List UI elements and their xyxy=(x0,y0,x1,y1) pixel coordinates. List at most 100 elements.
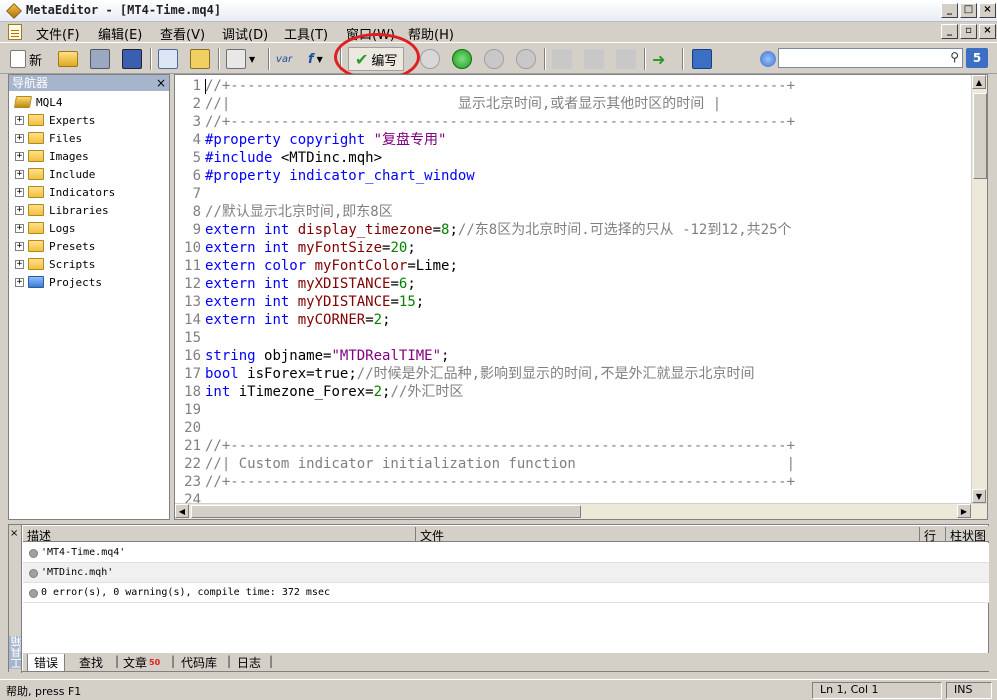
stop-button[interactable] xyxy=(516,47,536,71)
column-file[interactable]: 文件 xyxy=(415,527,444,543)
tree-item-presets[interactable]: + Presets xyxy=(15,237,95,255)
tree-item-logs[interactable]: + Logs xyxy=(15,219,76,237)
code-line[interactable]: //+-------------------------------------… xyxy=(205,473,795,491)
code-line[interactable]: #include <MTDinc.mqh> xyxy=(205,149,382,167)
code-line[interactable]: //+-------------------------------------… xyxy=(205,437,795,455)
menu-debug[interactable]: 调试(D) xyxy=(222,24,268,43)
save-button[interactable] xyxy=(90,47,110,71)
tree-item-scripts[interactable]: + Scripts xyxy=(15,255,95,273)
tree-root-mql4[interactable]: MQL4 xyxy=(13,93,63,111)
horizontal-scroll-thumb[interactable] xyxy=(191,505,581,518)
tree-item-images[interactable]: + Images xyxy=(15,147,89,165)
column-description[interactable]: 描述 xyxy=(27,527,51,544)
toolbox-toggle-button[interactable] xyxy=(190,47,210,71)
tab-search[interactable]: 查找 xyxy=(79,654,103,671)
save-all-button[interactable] xyxy=(122,47,142,71)
code-line[interactable]: //+-------------------------------------… xyxy=(205,113,795,131)
menu-edit[interactable]: 编辑(E) xyxy=(98,24,142,43)
tree-item-libraries[interactable]: + Libraries xyxy=(15,201,109,219)
close-icon[interactable]: × xyxy=(156,75,166,91)
tree-item-files[interactable]: + Files xyxy=(15,129,82,147)
toolbox-side-tab[interactable]: × 工具箱 xyxy=(9,525,23,673)
vertical-scrollbar[interactable]: ▲ ▼ xyxy=(971,75,987,505)
step-button[interactable] xyxy=(420,47,440,71)
expand-icon[interactable]: + xyxy=(15,277,24,287)
scroll-up-icon[interactable]: ▲ xyxy=(972,75,986,89)
scroll-left-icon[interactable]: ◀ xyxy=(175,504,189,518)
menu-help[interactable]: 帮助(H) xyxy=(408,24,454,43)
tree-item-projects[interactable]: + Projects xyxy=(15,273,102,291)
search-results-badge[interactable]: 5 xyxy=(966,48,988,68)
expand-icon[interactable]: + xyxy=(15,115,24,125)
close-icon[interactable]: × xyxy=(10,528,18,539)
code-line[interactable]: //| Custom indicator initialization func… xyxy=(205,455,795,473)
scroll-down-icon[interactable]: ▼ xyxy=(972,489,986,503)
step-out-button[interactable] xyxy=(616,47,636,71)
menu-view[interactable]: 查看(V) xyxy=(160,24,205,43)
menu-tools[interactable]: 工具(T) xyxy=(284,24,328,43)
code-line[interactable]: string objname="MTDRealTIME"; xyxy=(205,347,449,365)
tab-errors[interactable]: 错误 xyxy=(27,654,66,672)
child-minimize-button[interactable]: _ xyxy=(941,24,958,39)
open-button[interactable] xyxy=(58,47,78,71)
code-line[interactable]: #property indicator_chart_window xyxy=(205,167,475,185)
expand-icon[interactable]: + xyxy=(15,133,24,143)
insert-function-button[interactable]: f ▼ xyxy=(308,47,323,71)
tree-item-indicators[interactable]: + Indicators xyxy=(15,183,115,201)
code-line[interactable]: #property copyright "复盘专用" xyxy=(205,131,446,149)
output-row[interactable]: 0 error(s), 0 warning(s), compile time: … xyxy=(23,583,989,603)
output-row[interactable]: 'MT4-Time.mq4' xyxy=(23,543,989,563)
expand-icon[interactable]: + xyxy=(15,223,24,233)
step-into-button[interactable] xyxy=(552,47,572,71)
code-line[interactable]: int iTimezone_Forex=2;//外汇时区 xyxy=(205,383,463,401)
code-line[interactable]: //+-------------------------------------… xyxy=(205,77,795,95)
tab-journal[interactable]: 日志 xyxy=(237,654,261,671)
expand-icon[interactable]: + xyxy=(15,151,24,161)
code-line[interactable]: //默认显示北京时间,即东8区 xyxy=(205,203,393,221)
navigator-toggle-button[interactable] xyxy=(158,47,178,71)
expand-icon[interactable]: + xyxy=(15,259,24,269)
column-histogram[interactable]: 柱状图 xyxy=(945,527,986,543)
code-line[interactable]: //| 显示北京时间,或者显示其他时区的时间 | xyxy=(205,95,721,113)
tree-item-label: Indicators xyxy=(49,185,116,199)
start-debug-button[interactable] xyxy=(452,47,472,71)
search-settings-button[interactable] xyxy=(760,47,776,71)
code-line[interactable]: bool isForex=true;//时候是外汇品种,影响到显示的时间,不是外… xyxy=(205,365,754,383)
menu-file[interactable]: 文件(F) xyxy=(36,24,80,43)
code-line[interactable]: extern int myYDISTANCE=15; xyxy=(205,293,424,311)
minimize-button[interactable]: _ xyxy=(941,3,958,18)
code-line[interactable]: extern int display_timezone=8;//东8区为北京时间… xyxy=(205,221,792,239)
search-input[interactable]: ⚲ xyxy=(778,48,963,68)
tab-code-base[interactable]: 代码库 xyxy=(181,654,217,671)
articles-count-badge: 50 xyxy=(149,658,161,667)
output-row[interactable]: 'MTDinc.mqh' xyxy=(23,563,989,583)
continue-button[interactable]: ➜ xyxy=(652,47,665,71)
code-line[interactable]: extern int myFontSize=20; xyxy=(205,239,416,257)
column-line[interactable]: 行 xyxy=(919,527,936,543)
code-editor[interactable]: 1//+------------------------------------… xyxy=(174,74,988,520)
tab-articles[interactable]: 文章 xyxy=(123,654,147,671)
pause-button[interactable] xyxy=(484,47,504,71)
vertical-scroll-thumb[interactable] xyxy=(973,93,987,179)
close-button[interactable]: × xyxy=(979,3,996,18)
expand-icon[interactable]: + xyxy=(15,205,24,215)
child-close-button[interactable]: × xyxy=(979,24,996,39)
child-restore-button[interactable]: ▫ xyxy=(960,24,977,39)
terminal-button[interactable] xyxy=(692,47,712,71)
insert-variable-button[interactable]: var xyxy=(276,47,292,71)
step-over-button[interactable] xyxy=(584,47,604,71)
horizontal-scrollbar[interactable]: ◀ ▶ xyxy=(175,503,987,519)
tree-item-experts[interactable]: + Experts xyxy=(15,111,95,129)
tree-item-include[interactable]: + Include xyxy=(15,165,95,183)
expand-icon[interactable]: + xyxy=(15,169,24,179)
code-line[interactable]: extern int myXDISTANCE=6; xyxy=(205,275,416,293)
code-line[interactable]: extern int myCORNER=2; xyxy=(205,311,391,329)
maximize-button[interactable]: □ xyxy=(960,3,977,18)
code-line[interactable]: extern color myFontColor=Lime; xyxy=(205,257,458,275)
properties-dropdown-button[interactable]: ▼ xyxy=(226,47,255,71)
expand-icon[interactable]: + xyxy=(15,187,24,197)
scroll-right-icon[interactable]: ▶ xyxy=(957,504,971,518)
expand-icon[interactable]: + xyxy=(15,241,24,251)
new-button[interactable]: 新 xyxy=(10,47,42,71)
navigator-title: 导航器 xyxy=(12,76,49,90)
